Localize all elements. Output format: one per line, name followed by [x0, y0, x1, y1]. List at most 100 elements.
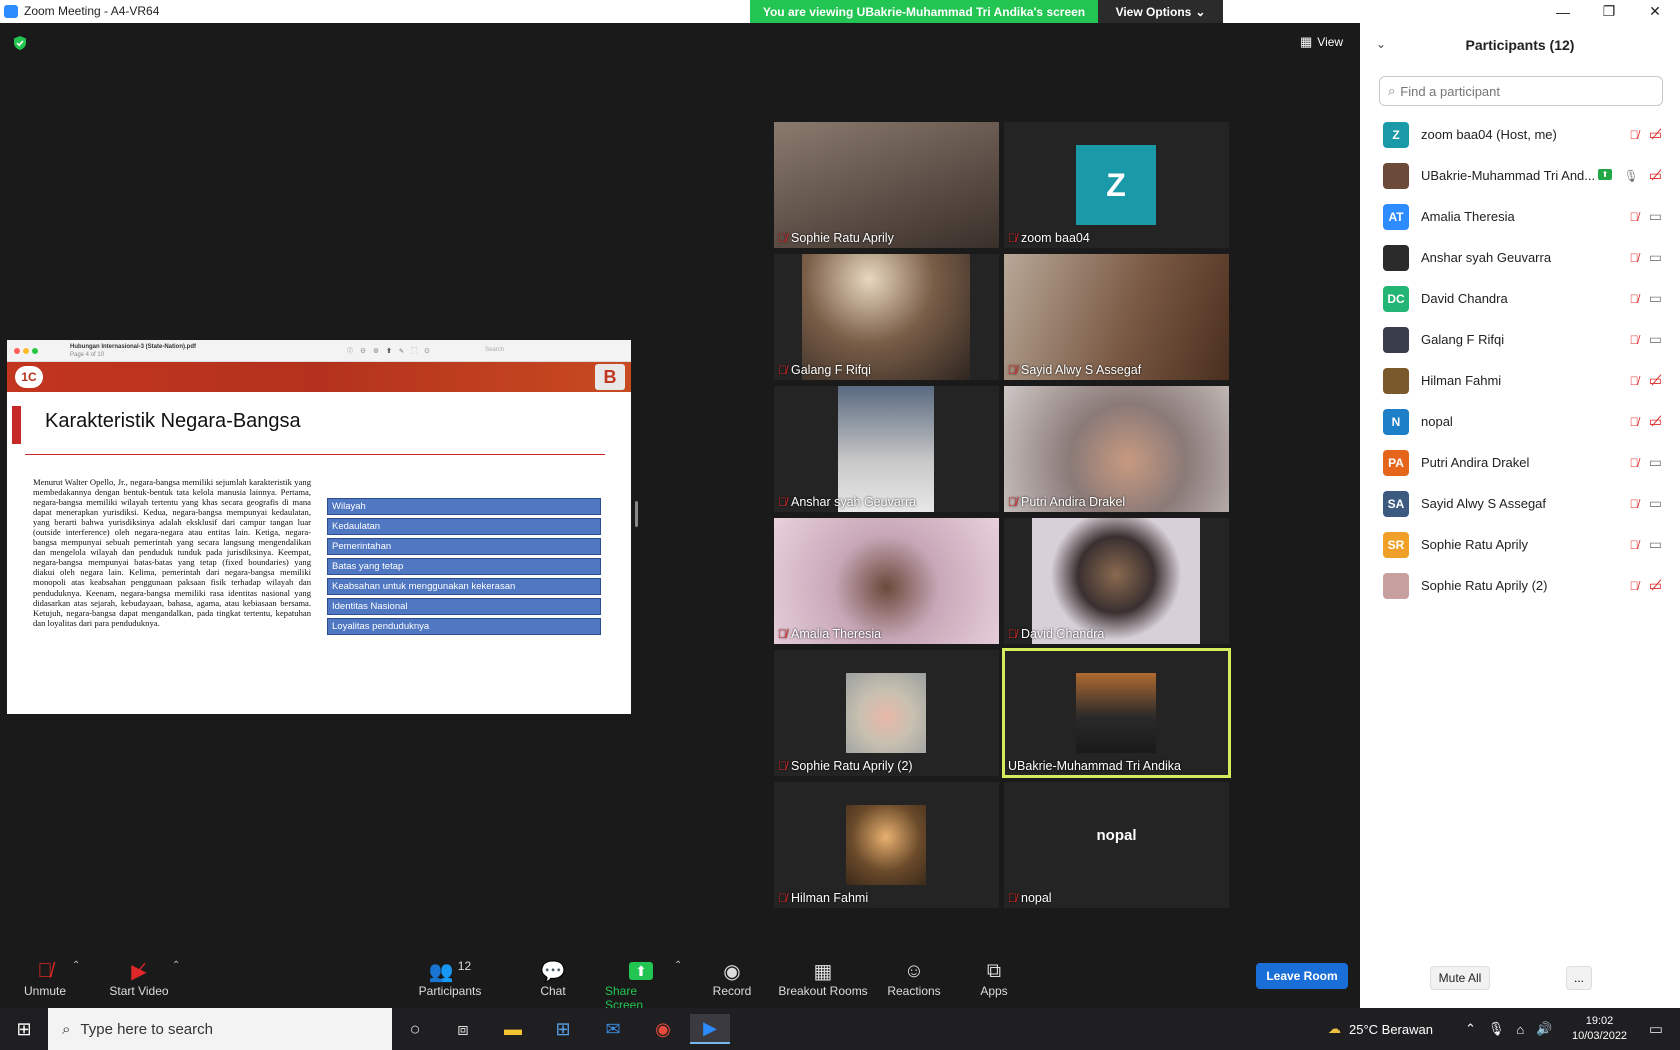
- tile-name: David Chandra: [1021, 627, 1105, 641]
- participant-row[interactable]: PA Putri Andira Drakel 🎙̸ ▭: [1360, 442, 1680, 483]
- view-options-button[interactable]: View Options ⌄: [1098, 0, 1223, 23]
- record-icon: ◉: [723, 960, 741, 983]
- cortana-icon[interactable]: ○: [395, 1014, 435, 1044]
- participant-row[interactable]: Nnopal 🎙̸ ▭̸: [1360, 401, 1680, 442]
- video-tile[interactable]: 🎙̸ Putri Andira Drakel: [1004, 386, 1229, 512]
- windows-start-icon[interactable]: ⊞: [4, 1014, 44, 1044]
- breakout-rooms-icon: ▦: [813, 960, 833, 983]
- participant-search-field[interactable]: ⌕: [1379, 76, 1663, 106]
- video-tile[interactable]: 🎙̸ Sophie Ratu Aprily: [774, 122, 999, 248]
- muted-mic-icon: 🎙̸: [1008, 363, 1017, 377]
- restore-button[interactable]: ❐: [1586, 0, 1632, 23]
- zoom-taskbar-icon[interactable]: ▶: [690, 1014, 730, 1044]
- participant-name-center: nopal: [1096, 827, 1137, 844]
- participants-icon-wrap: 👥 12: [429, 958, 471, 984]
- participant-search-input[interactable]: [1400, 83, 1651, 99]
- record-button[interactable]: ◉ Record: [710, 958, 754, 999]
- apps-icon: ⧉: [986, 959, 1002, 982]
- participant-row[interactable]: Zzoom baa04 (Host, me) 🎙̸ ▭̸: [1360, 114, 1680, 155]
- chrome-icon[interactable]: ◉: [643, 1014, 683, 1044]
- participant-name: Sophie Ratu Aprily (2): [1421, 578, 1548, 593]
- more-options-button[interactable]: ...: [1566, 966, 1592, 990]
- encryption-shield-icon[interactable]: [12, 35, 28, 51]
- split-drag-handle[interactable]: [635, 501, 638, 527]
- video-tile[interactable]: nopal 🎙̸ nopal: [1004, 782, 1229, 908]
- characteristic-item: Pemerintahan: [327, 538, 601, 555]
- tile-name: Galang F Rifqi: [791, 363, 871, 377]
- mic-on-icon: 🎙: [1623, 168, 1639, 183]
- microsoft-store-icon[interactable]: ⊞: [543, 1014, 583, 1044]
- participant-row[interactable]: Anshar syah Geuvarra 🎙̸ ▭: [1360, 237, 1680, 278]
- video-tile[interactable]: Z 🎙̸ zoom baa04: [1004, 122, 1229, 248]
- participant-status-icons: 🎙̸ ▭̸: [1630, 413, 1662, 430]
- chevron-up-icon[interactable]: ⌃: [1465, 1021, 1476, 1037]
- windows-taskbar: ⊞ ⌕ Type here to search ○ ⧈ ▬ ⊞ ✉ ◉ ▶ ☁ …: [0, 1008, 1680, 1050]
- breakout-rooms-button[interactable]: ▦ Breakout Rooms: [778, 958, 868, 999]
- shared-screen[interactable]: Hubungan Internasional-3 (State-Nation).…: [7, 340, 631, 714]
- volume-icon[interactable]: 🔊: [1536, 1021, 1552, 1037]
- mail-icon[interactable]: ✉: [593, 1014, 633, 1044]
- participants-icon: 👥: [428, 960, 454, 983]
- apps-label: Apps: [980, 984, 1008, 998]
- reactions-button[interactable]: ☺ Reactions: [887, 958, 940, 999]
- apps-button[interactable]: ⧉ Apps: [978, 958, 1010, 999]
- network-icon[interactable]: ⌂: [1516, 1022, 1524, 1037]
- participant-row[interactable]: AT Amalia Theresia 🎙̸ ▭: [1360, 196, 1680, 237]
- search-icon: ⌕: [1388, 83, 1396, 98]
- participant-avatar: SR: [1383, 531, 1409, 558]
- video-tile[interactable]: 🎙̸ David Chandra: [1004, 518, 1229, 644]
- close-button[interactable]: ✕: [1632, 0, 1678, 23]
- participant-avatar: [1383, 162, 1409, 189]
- audio-options-caret[interactable]: ⌃: [72, 960, 80, 971]
- video-off-icon: ▭̸: [1648, 167, 1662, 183]
- video-tile[interactable]: 🎙̸ Sayid Alwy S Assegaf: [1004, 254, 1229, 380]
- characteristic-item: Loyalitas penduduknya: [327, 618, 601, 635]
- participant-avatar: N: [1383, 408, 1409, 435]
- share-screen-icon: ⬆: [629, 958, 653, 984]
- chat-button[interactable]: 💬 Chat: [532, 958, 574, 999]
- notifications-icon[interactable]: ▭: [1636, 1014, 1676, 1044]
- muted-mic-icon: 🎙̸: [1008, 627, 1017, 641]
- start-video-label: Start Video: [109, 984, 169, 998]
- participant-row[interactable]: Galang F Rifqi 🎙̸ ▭: [1360, 319, 1680, 360]
- participant-row[interactable]: SR Sophie Ratu Aprily 🎙̸ ▭: [1360, 524, 1680, 565]
- participant-row[interactable]: Hilman Fahmi 🎙̸ ▭̸: [1360, 360, 1680, 401]
- participant-row[interactable]: Sophie Ratu Aprily (2) 🎙̸ ▭̸: [1360, 565, 1680, 606]
- muted-mic-icon: 🎙̸: [1008, 231, 1017, 245]
- file-explorer-icon[interactable]: ▬: [493, 1014, 533, 1044]
- video-tile[interactable]: 🎙̸ Sophie Ratu Aprily (2): [774, 650, 999, 776]
- participant-row[interactable]: SA Sayid Alwy S Assegaf 🎙̸ ▭: [1360, 483, 1680, 524]
- view-layout-button[interactable]: ▦ View: [1300, 34, 1343, 50]
- participants-button[interactable]: 👥 12 Participants: [418, 958, 482, 998]
- video-tile[interactable]: 🎙̸ Amalia Theresia: [774, 518, 999, 644]
- clock[interactable]: 19:02 10/03/2022: [1572, 1008, 1627, 1050]
- microphone-icon[interactable]: 🎙: [1488, 1021, 1505, 1037]
- video-tile-active-speaker[interactable]: UBakrie-Muhammad Tri Andika: [1002, 648, 1231, 778]
- leave-room-button[interactable]: Leave Room: [1256, 963, 1348, 989]
- unmute-button[interactable]: 🎙̸ Unmute: [22, 958, 68, 999]
- characteristic-item: Batas yang tetap: [327, 558, 601, 575]
- video-options-caret[interactable]: ⌃: [172, 960, 180, 971]
- tile-name: Sayid Alwy S Assegaf: [1021, 363, 1142, 377]
- view-label: View: [1317, 35, 1344, 49]
- task-view-icon[interactable]: ⧈: [443, 1014, 483, 1044]
- video-tile[interactable]: 🎙̸ Hilman Fahmi: [774, 782, 999, 908]
- share-options-caret[interactable]: ⌃: [674, 960, 682, 971]
- start-video-button[interactable]: ▶̸ Start Video: [107, 958, 171, 999]
- video-on-icon: ▭: [1648, 249, 1662, 265]
- mute-all-button[interactable]: Mute All: [1430, 966, 1490, 990]
- taskbar-search-box[interactable]: ⌕ Type here to search: [48, 1008, 392, 1050]
- participant-avatar: [1383, 326, 1409, 353]
- participant-status-icons: 🎙̸ ▭: [1630, 290, 1662, 307]
- participant-row[interactable]: UBakrie-Muhammad Tri And... ⬆ 🎙 ▭̸: [1360, 155, 1680, 196]
- participant-row[interactable]: DC David Chandra 🎙̸ ▭: [1360, 278, 1680, 319]
- participant-name: UBakrie-Muhammad Tri And...: [1421, 168, 1596, 183]
- muted-mic-icon: 🎙̸: [1629, 291, 1639, 306]
- weather-widget[interactable]: ☁ 25°C Berawan: [1328, 1008, 1433, 1050]
- video-tile[interactable]: 🎙̸ Galang F Rifqi: [774, 254, 999, 380]
- share-screen-button[interactable]: ⬆ Share Screen: [605, 958, 677, 1012]
- video-tile[interactable]: 🎙̸ Anshar syah Geuvarra: [774, 386, 999, 512]
- zoom-app-icon: [4, 5, 18, 18]
- minimize-button[interactable]: —: [1540, 0, 1586, 23]
- muted-mic-icon: 🎙̸: [1629, 332, 1639, 347]
